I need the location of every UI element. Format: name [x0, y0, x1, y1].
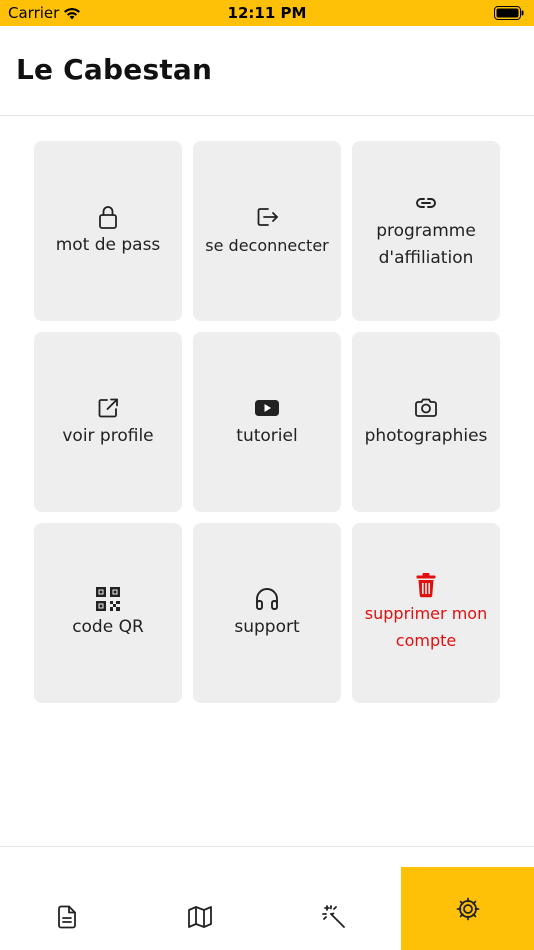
tab-documents[interactable] — [0, 847, 133, 950]
tile-tutorial[interactable]: tutoriel — [193, 332, 341, 512]
tile-view-profile-label: voir profile — [62, 425, 154, 446]
tile-support[interactable]: support — [193, 523, 341, 703]
page-title: Le Cabestan — [16, 53, 213, 86]
battery-icon — [494, 6, 524, 20]
camera-icon — [413, 395, 439, 421]
tab-map[interactable] — [133, 847, 266, 950]
tile-delete-account[interactable]: supprimer mon compte — [352, 523, 500, 703]
tab-bar — [0, 846, 534, 950]
external-link-icon — [95, 395, 121, 421]
tile-affiliation[interactable]: programme d'affiliation — [352, 141, 500, 321]
status-time: 12:11 PM — [227, 4, 307, 22]
tile-photos[interactable]: photographies — [352, 332, 500, 512]
lock-icon — [95, 204, 121, 230]
status-bar: Carrier 12:11 PM — [0, 0, 534, 26]
headphones-icon — [254, 586, 280, 612]
tile-password[interactable]: mot de pass — [34, 141, 182, 321]
header: Le Cabestan — [0, 26, 534, 116]
tile-logout[interactable]: se deconnecter — [193, 141, 341, 321]
tile-qr-code-label: code QR — [72, 616, 144, 637]
tile-photos-label: photographies — [364, 425, 488, 446]
qr-code-icon — [95, 586, 121, 612]
tile-affiliation-label: programme d'affiliation — [376, 221, 476, 268]
trash-icon — [413, 572, 439, 598]
gear-icon — [456, 897, 479, 921]
logout-icon — [254, 204, 280, 230]
tab-settings[interactable] — [401, 867, 534, 950]
youtube-icon — [254, 395, 280, 421]
tile-tutorial-label: tutoriel — [236, 425, 298, 446]
map-icon — [187, 906, 212, 928]
magic-wand-icon — [321, 905, 345, 928]
settings-grid: mot de pass se deconnecter programme d'a… — [34, 141, 500, 703]
tile-qr-code[interactable]: code QR — [34, 523, 182, 703]
tile-password-label: mot de pass — [55, 234, 161, 255]
tile-view-profile[interactable]: voir profile — [34, 332, 182, 512]
tab-magic[interactable] — [267, 847, 400, 950]
tile-delete-account-label: supprimer mon compte — [364, 604, 488, 650]
document-icon — [57, 905, 76, 929]
tile-support-label: support — [234, 616, 300, 637]
tile-logout-label: se deconnecter — [205, 235, 329, 255]
link-icon — [413, 190, 439, 216]
